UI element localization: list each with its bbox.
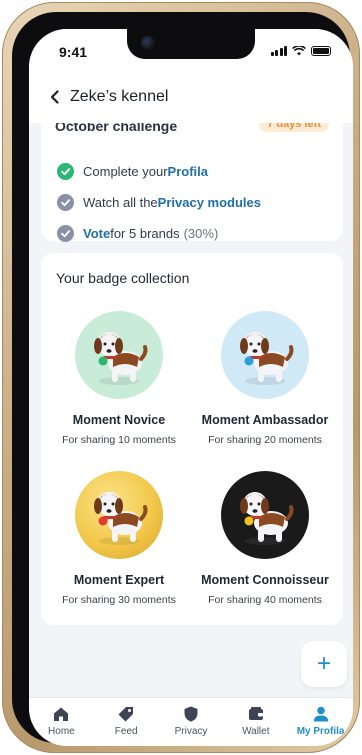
task-item: Complete your Profila: [57, 163, 208, 180]
task-text-before: Watch all the: [83, 195, 158, 210]
battery-icon: [311, 46, 331, 56]
badge-moment-connoisseur[interactable]: Moment Connoisseur For sharing 40 moment…: [192, 471, 338, 606]
badge-name: Moment Expert: [73, 573, 165, 587]
badge-dog-icon: [75, 471, 163, 559]
page-title: Zeke’s kennel: [70, 88, 169, 105]
task-text-after: for 5 brands: [110, 226, 180, 241]
check-circle-icon: [57, 163, 74, 180]
badge-moment-novice[interactable]: Moment Novice For sharing 10 moments: [46, 311, 192, 446]
badge-description: For sharing 10 moments: [62, 434, 176, 446]
app-header: Zeke’s kennel: [29, 73, 353, 123]
wifi-icon: [292, 46, 306, 56]
check-circle-icon: [57, 194, 74, 211]
tag-icon: [118, 707, 134, 722]
task-item: Watch all the Privacy modules: [57, 194, 261, 211]
badge-dog-icon: [75, 311, 163, 399]
badge-dog-icon: [221, 311, 309, 399]
badge-description: For sharing 20 moments: [208, 434, 322, 446]
camera: [141, 36, 155, 50]
badge-collection-title: Your badge collection: [56, 270, 190, 286]
badge-moment-ambassador[interactable]: Moment Ambassador For sharing 20 moments: [192, 311, 338, 446]
check-circle-icon: [57, 225, 74, 242]
phone-bezel: 9:41 October challenge 7 days left Compl…: [12, 12, 353, 746]
challenge-card: October challenge 7 days left Complete y…: [41, 109, 343, 242]
badge-dog-icon: [221, 471, 309, 559]
app-screen: 9:41 October challenge 7 days left Compl…: [29, 29, 353, 746]
profila-link[interactable]: Profila: [168, 164, 208, 179]
signal-icon: [270, 46, 287, 56]
nav-item-home[interactable]: Home: [29, 698, 94, 746]
nav-item-wallet[interactable]: Wallet: [223, 698, 288, 746]
nav-item-privacy[interactable]: Privacy: [159, 698, 224, 746]
status-time: 9:41: [59, 44, 88, 60]
nav-label: Wallet: [242, 726, 270, 737]
chevron-left-icon[interactable]: [45, 87, 65, 107]
badge-description: For sharing 30 moments: [62, 594, 176, 606]
badge-name: Moment Ambassador: [201, 413, 329, 427]
privacy-modules-link[interactable]: Privacy modules: [158, 195, 261, 210]
nav-item-my-profila[interactable]: My Profila: [288, 698, 353, 746]
nav-label: Feed: [114, 726, 138, 737]
badge-name: Moment Novice: [72, 413, 166, 427]
plus-icon: +: [316, 650, 331, 677]
home-icon: [54, 707, 69, 721]
nav-label: My Profila: [296, 726, 345, 737]
add-button[interactable]: +: [301, 641, 347, 687]
shield-icon: [184, 706, 198, 722]
nav-item-feed[interactable]: Feed: [94, 698, 159, 746]
notch: [127, 29, 255, 59]
task-progress: (30%): [183, 226, 219, 241]
user-icon: [313, 706, 328, 722]
nav-label: Privacy: [174, 726, 208, 737]
task-item: Vote for 5 brands (30%): [57, 225, 218, 242]
status-icons: [270, 46, 331, 56]
badge-name: Moment Connoisseur: [201, 573, 329, 587]
bottom-nav: Home Feed Privacy Wallet My Profila: [29, 697, 353, 746]
nav-label: Home: [48, 726, 75, 737]
badge-moment-expert[interactable]: Moment Expert For sharing 30 moments: [46, 471, 192, 606]
task-text-before: Complete your: [83, 164, 168, 179]
phone-frame: 9:41 October challenge 7 days left Compl…: [2, 2, 360, 753]
badge-collection-card: Your badge collection Moment Novice For …: [41, 253, 343, 625]
vote-link[interactable]: Vote: [83, 226, 110, 241]
wallet-icon: [248, 707, 263, 720]
badge-description: For sharing 40 moments: [208, 594, 322, 606]
